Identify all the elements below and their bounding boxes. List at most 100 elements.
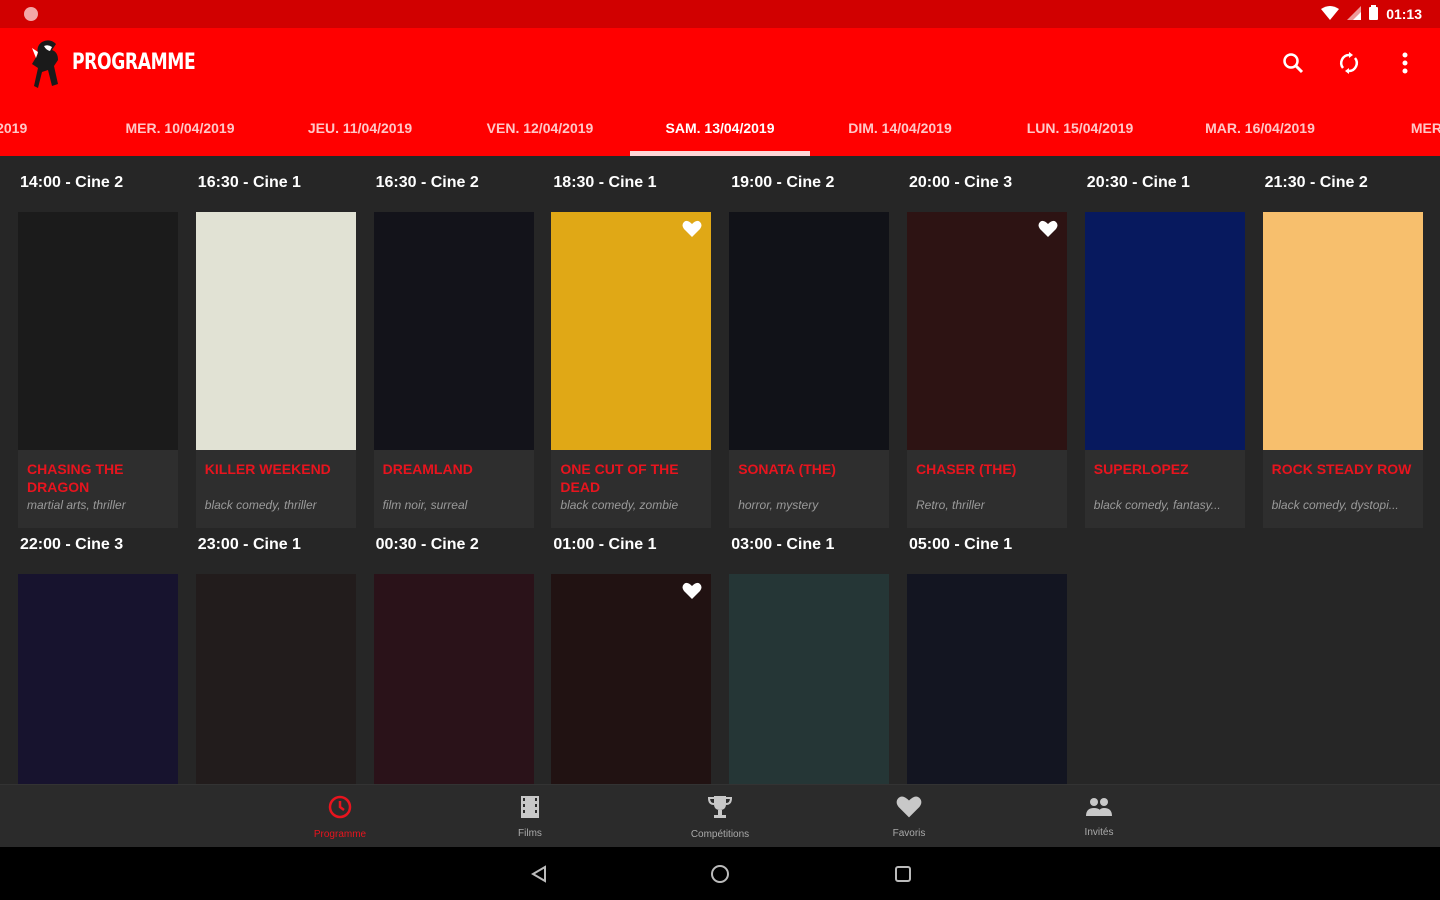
- film-icon: [519, 795, 541, 824]
- screening-card[interactable]: 01:00 - Cine 1: [551, 530, 712, 784]
- screening-card[interactable]: 16:30 - Cine 2 DREAMLAND film noir, surrea…: [373, 168, 534, 528]
- signal-icon: [1347, 5, 1362, 23]
- search-button[interactable]: [1276, 46, 1310, 80]
- screening-time: 21:30 - Cine 2: [1264, 174, 1368, 191]
- tab-date[interactable]: LUN. 15/04/2019: [990, 100, 1170, 156]
- favorite-heart-icon[interactable]: [1038, 220, 1058, 240]
- screening-time: 16:30 - Cine 1: [197, 174, 301, 191]
- nav-label: Favoris: [892, 827, 926, 839]
- movie-title: KILLER WEEKEND: [204, 461, 331, 477]
- screening-card[interactable]: 05:00 - Cine 1: [907, 530, 1067, 784]
- heart-icon: [896, 795, 922, 824]
- tab-date[interactable]: MER. 17/: [1350, 100, 1440, 156]
- nav-label: Compétitions: [690, 828, 750, 840]
- screening-card[interactable]: 23:00 - Cine 1: [195, 530, 356, 784]
- movie-poster[interactable]: [551, 574, 712, 784]
- nav-item-clock[interactable]: Programme: [280, 785, 400, 848]
- tab-date[interactable]: DIM. 14/04/2019: [810, 100, 990, 156]
- screening-card[interactable]: 22:00 - Cine 3: [18, 530, 178, 784]
- refresh-button[interactable]: [1332, 46, 1366, 80]
- festival-logo-icon: [28, 38, 68, 90]
- movie-title: SUPERLOPEZ: [1093, 461, 1189, 477]
- nav-item-film[interactable]: Films: [470, 785, 590, 848]
- screening-card[interactable]: 16:30 - Cine 1 KILLER WEEKEND black comedy…: [195, 168, 356, 528]
- screening-card[interactable]: 18:30 - Cine 1 ONE CUT OF THE DEAD black c…: [551, 168, 712, 528]
- screening-card[interactable]: 00:30 - Cine 2: [373, 530, 534, 784]
- movie-poster[interactable]: [1262, 212, 1423, 450]
- movie-info: ONE CUT OF THE DEAD black comedy, zombie: [551, 450, 712, 528]
- movie-poster[interactable]: [18, 212, 178, 450]
- movie-info: SUPERLOPEZ black comedy, fantasy...: [1084, 450, 1245, 528]
- status-time: 01:13: [1386, 6, 1422, 22]
- refresh-icon: [1340, 52, 1358, 74]
- movie-genre: black comedy, thriller: [204, 498, 317, 512]
- movie-poster[interactable]: [195, 212, 356, 450]
- tab-date[interactable]: MER. 10/04/2019: [90, 100, 270, 156]
- screening-card[interactable]: 20:30 - Cine 1 SUPERLOPEZ black comedy, fa…: [1084, 168, 1245, 528]
- nav-item-trophy[interactable]: Compétitions: [660, 785, 780, 848]
- recents-button[interactable]: [890, 861, 916, 887]
- screening-card[interactable]: 14:00 - Cine 2 CHASING THE DRAGON martial …: [18, 168, 178, 528]
- tab-date[interactable]: /04/2019: [0, 100, 90, 156]
- movie-title: ONE CUT OF THE DEAD: [560, 461, 679, 495]
- screening-time: 00:30 - Cine 2: [375, 536, 479, 553]
- tab-date[interactable]: MAR. 16/04/2019: [1170, 100, 1350, 156]
- screening-time: 23:00 - Cine 1: [197, 536, 301, 553]
- movie-info: DREAMLAND film noir, surreal: [373, 450, 534, 528]
- app-root: 01:13 PROGRAMME 019 MER. 10/04/2019 JEU.…: [0, 0, 1440, 900]
- screening-time: 16:30 - Cine 2: [375, 174, 479, 191]
- movie-genre: horror, mystery: [738, 498, 819, 512]
- recents-square-icon: [895, 866, 911, 882]
- nav-item-people[interactable]: Invités: [1039, 785, 1159, 848]
- people-icon: [1085, 796, 1113, 823]
- screening-time: 18:30 - Cine 1: [553, 174, 657, 191]
- movie-info: KILLER WEEKEND black comedy, thriller: [195, 450, 356, 528]
- movie-info: CHASING THE DRAGON martial arts, thriller: [18, 450, 178, 528]
- favorite-heart-icon[interactable]: [682, 220, 702, 240]
- screening-card[interactable]: 20:00 - Cine 3 CHASER (THE) Retro, thrille…: [907, 168, 1067, 528]
- tab-date[interactable]: SAM. 13/04/2019: [630, 100, 810, 156]
- clock-icon: [327, 794, 353, 825]
- movie-poster[interactable]: [1084, 212, 1245, 450]
- screening-time: 22:00 - Cine 3: [20, 536, 124, 553]
- movie-poster[interactable]: [195, 574, 356, 784]
- movie-poster[interactable]: [729, 212, 890, 450]
- screening-card[interactable]: 21:30 - Cine 2 ROCK STEADY ROW black comed…: [1262, 168, 1423, 528]
- screening-card[interactable]: 03:00 - Cine 1: [729, 530, 890, 784]
- battery-icon: [1369, 5, 1379, 23]
- movie-poster[interactable]: [373, 212, 534, 450]
- screening-time: 14:00 - Cine 2: [20, 174, 124, 191]
- movie-poster[interactable]: [373, 574, 534, 784]
- bottom-navigation: Programme Films Compétitions Favoris Invités: [0, 784, 1440, 847]
- page-title: PROGRAMME: [72, 50, 196, 75]
- movie-poster[interactable]: [18, 574, 178, 784]
- screening-card[interactable]: 19:00 - Cine 2 SONATA (THE) horror, myster…: [729, 168, 890, 528]
- search-icon: [1283, 53, 1304, 74]
- movie-genre: black comedy, dystopi...: [1271, 498, 1399, 512]
- movie-title: CHASING THE DRAGON: [27, 461, 124, 495]
- status-bar: 01:13: [0, 0, 1440, 28]
- home-button[interactable]: [707, 861, 733, 887]
- movie-genre: Retro, thriller: [916, 498, 985, 512]
- movie-poster[interactable]: [907, 212, 1067, 450]
- movie-title: ROCK STEADY ROW: [1271, 461, 1412, 477]
- more-options-button[interactable]: [1388, 46, 1422, 80]
- home-circle-icon: [711, 865, 729, 883]
- tab-date[interactable]: JEU. 11/04/2019: [270, 100, 450, 156]
- movie-genre: martial arts, thriller: [27, 498, 126, 512]
- back-button[interactable]: [526, 861, 552, 887]
- movie-poster[interactable]: [551, 212, 712, 450]
- system-navigation-bar: [0, 847, 1440, 900]
- tab-date[interactable]: VEN. 12/04/2019: [450, 100, 630, 156]
- app-bar: PROGRAMME /04/2019MER. 10/04/2019JEU. 11…: [0, 28, 1440, 156]
- movie-poster[interactable]: [907, 574, 1067, 784]
- favorite-heart-icon[interactable]: [682, 582, 702, 602]
- movie-genre: film noir, surreal: [382, 498, 468, 512]
- movie-genre: black comedy, zombie: [560, 498, 679, 512]
- movie-title: DREAMLAND: [382, 461, 473, 477]
- nav-item-heart[interactable]: Favoris: [849, 785, 969, 848]
- screening-time: 20:00 - Cine 3: [909, 174, 1013, 191]
- date-tabs: /04/2019MER. 10/04/2019JEU. 11/04/2019VE…: [0, 100, 1440, 156]
- movie-poster[interactable]: [729, 574, 890, 784]
- screening-grid: 14:00 - Cine 2 CHASING THE DRAGON martial …: [0, 156, 1440, 784]
